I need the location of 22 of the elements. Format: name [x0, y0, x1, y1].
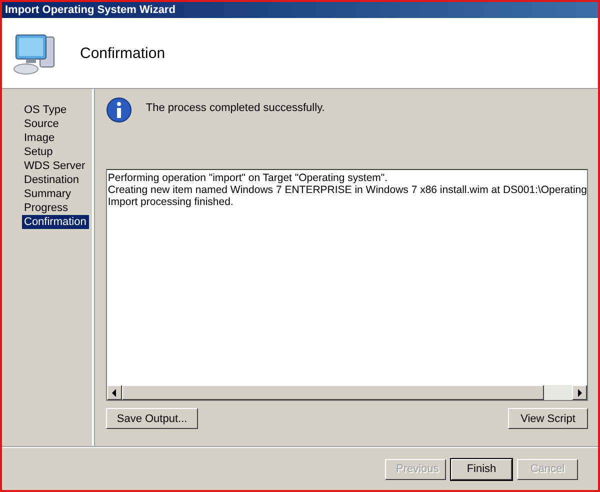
- output-button[interactable]: Save Output...: [106, 408, 198, 429]
- step-item[interactable]: Image: [22, 131, 89, 145]
- left-arrow-icon: [111, 388, 118, 396]
- step-item[interactable]: WDS Server: [22, 159, 89, 173]
- step-item[interactable]: Summary: [22, 187, 89, 201]
- page-title: Confirmation: [80, 44, 166, 62]
- step-item[interactable]: Setup: [22, 145, 89, 159]
- horizontal-scrollbar[interactable]: [106, 385, 587, 400]
- right-arrow-icon: [576, 388, 582, 396]
- step-item[interactable]: OS Type: [22, 103, 89, 117]
- info-icon: [106, 97, 132, 123]
- output-button[interactable]: View Script: [508, 408, 588, 429]
- window-title: Import Operating System Wizard: [5, 4, 176, 16]
- step-item[interactable]: Destination: [22, 173, 89, 187]
- step-item[interactable]: Progress: [22, 201, 89, 215]
- footer-button[interactable]: Finish: [451, 458, 512, 480]
- output-line: Performing operation "import" on Target "Operating system".: [108, 172, 389, 184]
- step-item[interactable]: Source: [22, 117, 89, 131]
- status-message: The process completed successfully.: [146, 102, 325, 114]
- output-line: Import processing finished.: [108, 196, 234, 208]
- output-line: Creating new item named Windows 7 ENTERPRISE in Windows 7 x86 install.wim at DS001:\Operating: [108, 184, 587, 196]
- step-item[interactable]: Confirmation: [22, 215, 89, 229]
